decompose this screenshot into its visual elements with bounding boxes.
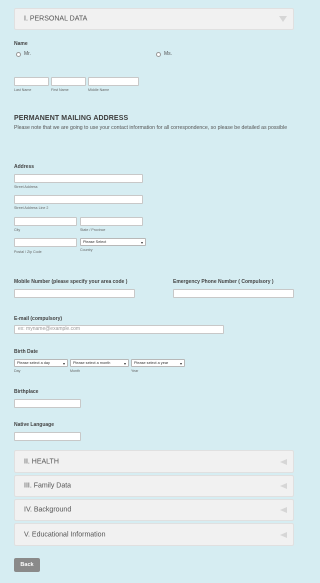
dropdown-caret-icon: ▾ <box>123 361 126 366</box>
emergency-phone-input[interactable] <box>173 289 294 298</box>
chevron-left-icon <box>280 507 287 513</box>
street-address-2-input[interactable] <box>14 195 143 204</box>
birth-day-select[interactable]: Please select a day ▾ <box>14 359 68 367</box>
birth-month-select[interactable]: Please select a month ▾ <box>70 359 129 367</box>
mobile-number-label: Mobile Number (please specify your area … <box>14 279 128 285</box>
birth-day-value: Please select a day <box>17 361 50 365</box>
section-background[interactable]: IV. Background <box>14 499 294 521</box>
native-language-input[interactable] <box>14 432 81 441</box>
birth-year-select[interactable]: Please select a year ▾ <box>131 359 185 367</box>
name-label: Name <box>14 41 28 47</box>
address-label: Address <box>14 164 35 170</box>
chevron-down-icon <box>279 16 287 22</box>
birth-date-label: Birth Date <box>14 349 38 355</box>
section-family-data[interactable]: III. Family Data <box>14 475 294 497</box>
birth-year-value: Please select a year <box>134 361 169 365</box>
section-health[interactable]: II. HEALTH <box>14 450 294 473</box>
birth-year-sublabel: Year <box>131 369 139 373</box>
ms-radio[interactable] <box>156 52 161 57</box>
section-personal-data[interactable]: I. PERSONAL DATA <box>14 8 294 30</box>
native-language-label: Native Language <box>14 422 55 428</box>
back-button[interactable]: Back <box>14 558 40 572</box>
mailing-address-title: PERMANENT MAILING ADDRESS <box>14 115 129 122</box>
street-address-2-sublabel: Street Address Line 2 <box>14 206 49 210</box>
first-name-sublabel: First Name <box>51 88 69 92</box>
section-educational-information[interactable]: V. Educational Information <box>14 523 294 546</box>
email-input[interactable]: ex: myname@example.com <box>14 325 224 334</box>
last-name-input[interactable] <box>14 77 49 86</box>
street-address-input[interactable] <box>14 174 143 183</box>
mr-radio[interactable] <box>16 52 21 57</box>
section-education-label: V. Educational Information <box>24 531 106 538</box>
state-input[interactable] <box>80 217 143 226</box>
dropdown-caret-icon: ▾ <box>179 361 182 366</box>
birth-month-value: Please select a month <box>73 361 111 365</box>
postal-code-input[interactable] <box>14 238 77 247</box>
email-label: E-mail (compulsory) <box>14 316 63 322</box>
section-background-label: IV. Background <box>24 506 72 514</box>
section-health-label: II. HEALTH <box>24 458 59 465</box>
last-name-sublabel: Last Name <box>14 88 32 92</box>
dropdown-caret-icon: ▾ <box>62 361 65 366</box>
ms-label: Ms. <box>164 51 173 57</box>
mobile-number-input[interactable] <box>14 289 135 298</box>
first-name-input[interactable] <box>51 77 86 86</box>
postal-code-sublabel: Postal / Zip Code <box>14 250 42 254</box>
birthplace-input[interactable] <box>14 399 81 408</box>
country-select[interactable]: Please Select ▾ <box>80 238 146 246</box>
street-address-sublabel: Street Address <box>14 185 38 189</box>
city-input[interactable] <box>14 217 77 226</box>
city-sublabel: City <box>14 228 21 232</box>
birth-month-sublabel: Month <box>70 369 80 373</box>
country-select-value: Please Select <box>83 240 107 244</box>
chevron-left-icon <box>280 483 287 489</box>
chevron-left-icon <box>280 458 287 465</box>
chevron-left-icon <box>280 531 287 538</box>
birthplace-label: Birthplace <box>14 389 39 395</box>
mailing-address-note: Please note that we are going to use you… <box>14 125 288 131</box>
middle-name-sublabel: Middle Name <box>88 88 110 92</box>
section-family-label: III. Family Data <box>24 482 72 490</box>
country-sublabel: Country <box>80 248 93 252</box>
section-personal-label: I. PERSONAL DATA <box>24 15 88 23</box>
birth-day-sublabel: Day <box>14 369 21 373</box>
mr-label: Mr. <box>24 51 31 57</box>
dropdown-caret-icon: ▾ <box>140 240 143 245</box>
emergency-phone-label: Emergency Phone Number ( Compulsory ) <box>173 279 274 285</box>
state-sublabel: State / Province <box>80 228 106 232</box>
middle-name-input[interactable] <box>88 77 139 86</box>
